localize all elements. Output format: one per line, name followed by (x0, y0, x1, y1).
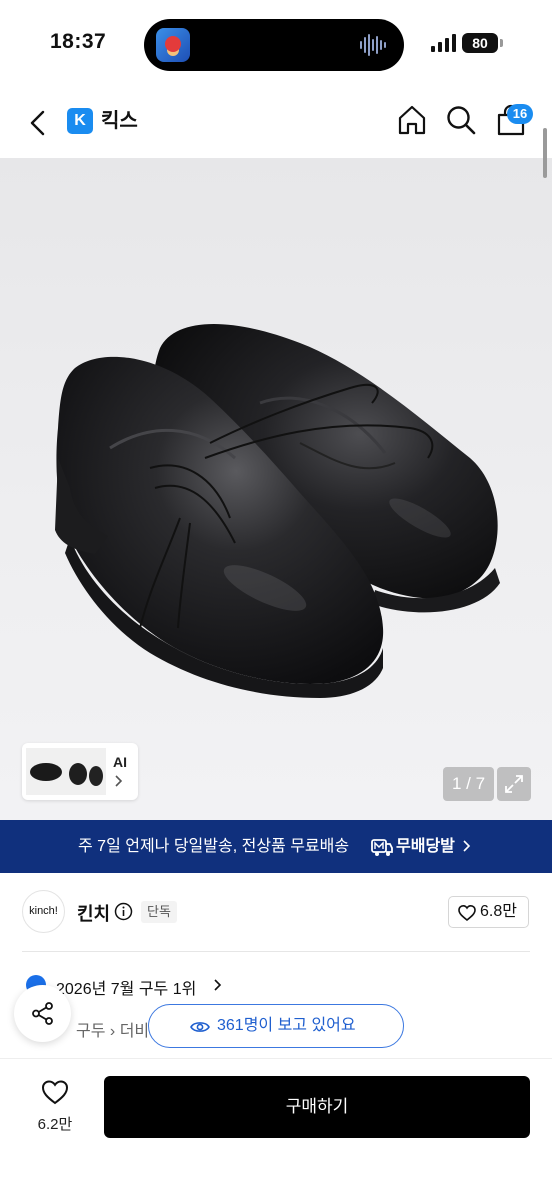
seller-logo[interactable]: kinch! (22, 890, 65, 933)
seller-like-button[interactable]: 6.8만 (448, 896, 529, 928)
home-icon[interactable] (396, 104, 428, 136)
heart-icon (458, 904, 476, 922)
eye-icon (190, 1022, 210, 1032)
search-icon[interactable] (445, 104, 477, 136)
thumbnail-ai-label: AI (113, 754, 127, 770)
expand-button[interactable] (497, 767, 531, 801)
info-icon[interactable] (114, 902, 133, 921)
viewers-text: 361명이 보고 있어요 (217, 1017, 356, 1034)
battery-indicator: 80 (462, 33, 498, 53)
shipping-banner-brand: 무배당발 (396, 838, 455, 855)
wishlist-count: 6.2만 (37, 1116, 73, 1133)
breadcrumb-item[interactable]: 더비 (120, 1023, 149, 1040)
heart-icon (41, 1080, 69, 1105)
app-icon (156, 28, 190, 62)
expand-icon (505, 775, 523, 793)
dynamic-island (144, 19, 404, 71)
wishlist-button[interactable]: 6.2만 (22, 1076, 88, 1138)
app-header: K 킥스 (0, 92, 552, 158)
battery-cap (500, 39, 503, 47)
share-button[interactable] (14, 985, 71, 1042)
chevron-right-icon (115, 775, 123, 787)
status-bar: 18:37 80 (0, 0, 552, 92)
back-icon[interactable] (22, 106, 56, 140)
shipping-banner[interactable]: 주 7일 언제나 당일발송, 전상품 무료배송 무배당발 (0, 820, 552, 873)
delivery-truck-icon (371, 839, 393, 856)
divider (22, 951, 530, 952)
ai-thumbnail-card[interactable]: AI (22, 743, 138, 800)
seller-name[interactable]: 킨치 (77, 900, 110, 926)
viewers-pill: 361명이 보고 있어요 (148, 1004, 404, 1048)
breadcrumb-item[interactable]: 구두 (76, 1023, 105, 1040)
brand-logo: K (67, 108, 93, 134)
scroll-indicator[interactable] (543, 128, 547, 178)
exclusive-badge: 단독 (141, 901, 177, 923)
thumbnail-image (26, 748, 106, 795)
image-page-indicator: 1 / 7 (443, 767, 494, 801)
share-icon (32, 1002, 53, 1025)
cart-count-badge: 16 (507, 104, 533, 124)
seller-like-count: 6.8만 (480, 903, 517, 920)
signal-icon (431, 34, 456, 52)
audio-wave-icon (360, 33, 390, 57)
chevron-right-icon (214, 979, 222, 991)
brand-name: 킥스 (101, 110, 138, 132)
shoes-illustration (55, 324, 500, 698)
ranking-text[interactable]: 2026년 7월 구두 1위 (56, 975, 196, 999)
breadcrumb-separator: › (109, 1023, 120, 1040)
breadcrumb: 구두 › 더비 (76, 1017, 149, 1041)
shipping-banner-text: 주 7일 언제나 당일발송, 전상품 무료배송 (78, 838, 350, 855)
product-image[interactable] (0, 158, 552, 820)
status-time: 18:37 (50, 30, 107, 53)
chevron-right-icon (463, 840, 471, 852)
buy-button[interactable]: 구매하기 (104, 1076, 530, 1138)
